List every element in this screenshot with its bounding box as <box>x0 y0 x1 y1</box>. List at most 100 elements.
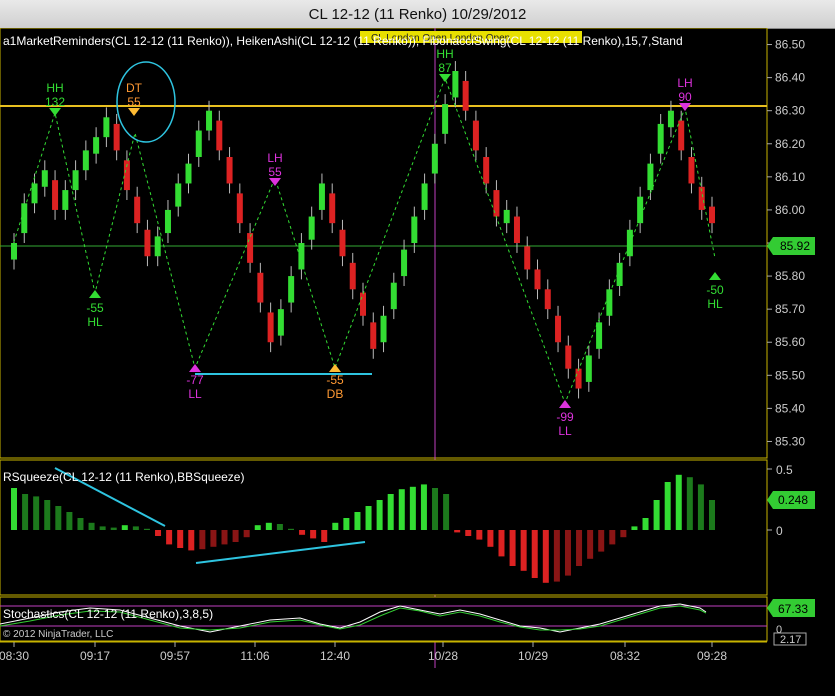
price-tick: 85.60 <box>775 335 805 349</box>
squeeze-bar <box>553 530 560 582</box>
squeeze-bar <box>609 530 616 545</box>
swing-value: -77 <box>186 373 204 387</box>
candle-body <box>544 289 551 310</box>
candle-body <box>472 120 479 151</box>
time-tick: 08:30 <box>0 649 29 663</box>
price-tick: 86.20 <box>775 137 805 151</box>
squeeze-bar <box>321 530 328 542</box>
candle-body <box>318 183 325 210</box>
price-tick: 86.30 <box>775 104 805 118</box>
swing-type: HL <box>87 315 103 329</box>
chart-canvas[interactable]: 86.5086.4086.3086.2086.1086.0085.9085.80… <box>0 28 835 696</box>
candle-body <box>206 110 213 131</box>
swing-type: LL <box>188 387 202 401</box>
swing-value: 87 <box>438 61 452 75</box>
candle-body <box>93 137 100 154</box>
squeeze-bar <box>199 530 206 550</box>
candle-body <box>709 206 715 224</box>
price-tick: 85.50 <box>775 368 805 382</box>
squeeze-bar <box>66 512 73 530</box>
squeeze-bar <box>686 477 693 530</box>
squeeze-bar <box>542 530 549 583</box>
candle-body <box>483 157 490 184</box>
squeeze-bar <box>155 530 162 536</box>
swing-value: -99 <box>556 410 574 424</box>
price-tick: 86.40 <box>775 71 805 85</box>
squeeze-bar <box>432 488 439 530</box>
candle-body <box>329 193 336 224</box>
candle-body <box>585 355 592 382</box>
candle-body <box>513 216 520 243</box>
squeeze-bar <box>387 494 394 530</box>
candle-body <box>134 196 141 224</box>
time-tick: 08:32 <box>610 649 640 663</box>
squeeze-bar <box>110 527 117 530</box>
squeeze-tick: 0.5 <box>776 463 793 477</box>
stoch-extra-value: 2.17 <box>780 634 801 646</box>
indicator-legend: a1MarketReminders(CL 12-12 (11 Renko)), … <box>3 34 683 48</box>
candle-body <box>667 110 674 128</box>
candle-body <box>11 243 17 260</box>
candle-body <box>31 183 38 204</box>
candle-body <box>565 345 572 369</box>
squeeze-bar <box>576 530 583 566</box>
candle-body <box>41 170 48 187</box>
window-title-bar[interactable]: CL 12-12 (11 Renko) 10/29/2012 <box>0 0 835 29</box>
candle-body <box>226 157 233 184</box>
squeeze-bar <box>697 484 704 530</box>
squeeze-bar <box>188 530 195 551</box>
candle-body <box>534 269 541 290</box>
squeeze-bar <box>509 530 516 566</box>
candle-body <box>185 163 192 184</box>
time-tick: 09:28 <box>697 649 727 663</box>
squeeze-bar <box>531 530 538 578</box>
squeeze-bar <box>398 489 405 530</box>
squeeze-bar <box>620 530 627 538</box>
candle-body <box>370 322 377 349</box>
squeeze-bar <box>299 530 306 535</box>
time-axis[interactable]: 08:30 09:17 09:57 11:06 12:40 10/28 10/29 08:32… <box>0 641 767 663</box>
price-tick: 85.80 <box>775 269 805 283</box>
candle-body <box>360 292 366 316</box>
squeeze-bar <box>221 530 228 545</box>
candle-body <box>288 276 295 303</box>
swing-type: LL <box>558 424 572 438</box>
swing-value: 90 <box>678 90 692 104</box>
swing-value: -50 <box>706 283 724 297</box>
squeeze-tick: 0 <box>776 524 783 538</box>
stochastics-panel[interactable]: Stochastics(CL 12-12 (11 Renko),3,8,5) ©… <box>0 596 815 646</box>
squeeze-bar <box>420 484 427 530</box>
candle-body <box>575 368 582 389</box>
swing-type: HH <box>46 81 63 95</box>
candle-body <box>164 209 171 234</box>
squeeze-bar <box>11 488 17 530</box>
squeeze-bar <box>310 530 317 539</box>
price-tick: 85.30 <box>775 434 805 448</box>
candle-body <box>462 80 469 111</box>
time-tick: 10/29 <box>518 649 548 663</box>
squeeze-bar <box>675 474 682 530</box>
squeeze-bar <box>166 530 173 545</box>
candle-body <box>154 236 161 257</box>
squeeze-panel[interactable]: 0.5 0 RSqueeze(CL 12-12 (11 Renko),BBSqu… <box>0 459 815 596</box>
squeeze-bar <box>143 528 150 530</box>
candle-body <box>524 246 531 270</box>
candle-body <box>236 193 243 224</box>
swing-value: -55 <box>326 373 344 387</box>
squeeze-bar <box>642 518 649 530</box>
squeeze-bar <box>653 500 660 530</box>
candle-body <box>52 180 59 210</box>
candle-body <box>72 170 79 191</box>
squeeze-bar <box>443 494 450 530</box>
squeeze-bar <box>33 496 40 530</box>
squeeze-bar <box>587 530 594 559</box>
candle-body <box>277 309 284 336</box>
candle-body <box>257 272 264 303</box>
swing-type: LH <box>267 151 282 165</box>
candle-body <box>247 233 254 263</box>
squeeze-bar <box>55 506 62 530</box>
squeeze-bar <box>376 500 383 530</box>
squeeze-bar <box>287 528 294 530</box>
squeeze-bar <box>664 482 671 530</box>
candle-body <box>555 315 562 343</box>
